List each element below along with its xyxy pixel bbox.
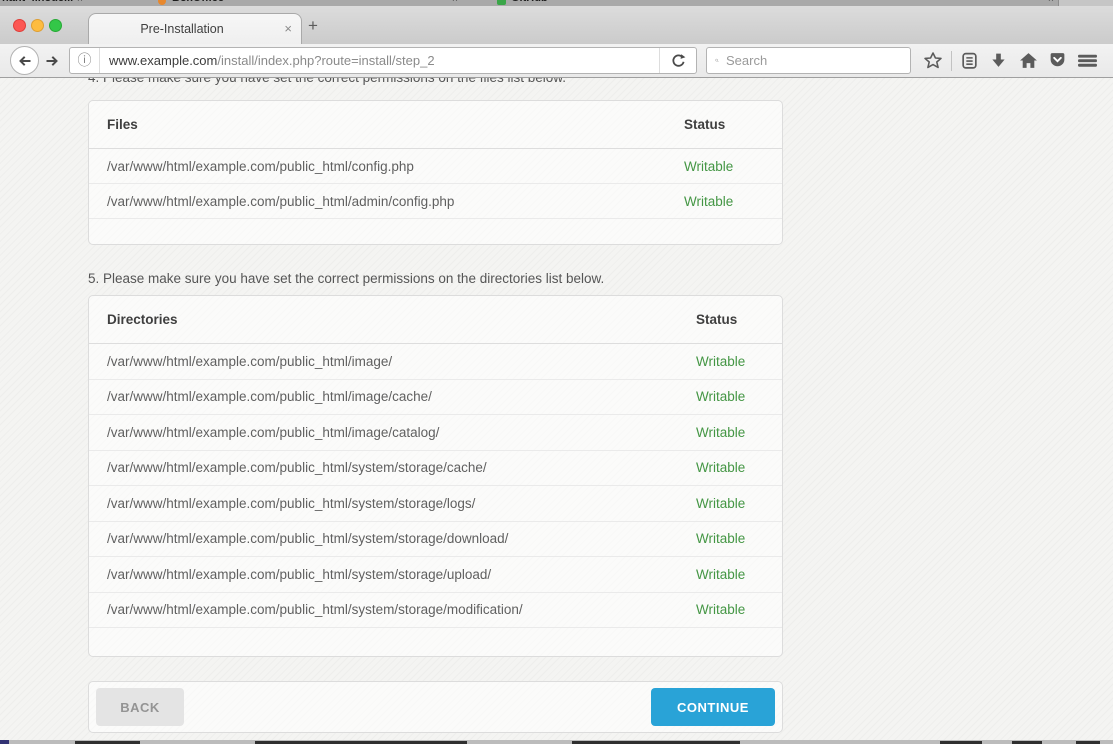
- reload-button[interactable]: [659, 48, 696, 73]
- home-button[interactable]: [1016, 51, 1040, 70]
- forward-button[interactable]: [39, 47, 65, 74]
- table-row: /var/www/html/example.com/public_html/sy…: [89, 557, 782, 593]
- url-text[interactable]: www.example.com/install/index.php?route=…: [100, 53, 659, 68]
- download-icon: [989, 51, 1008, 70]
- window-minimize-button[interactable]: [31, 19, 44, 32]
- directory-path: /var/www/html/example.com/public_html/sy…: [89, 567, 696, 582]
- reload-icon: [670, 53, 686, 69]
- background-window-tabstrip: hant=linode... × BoxOffice × GitHub ×: [0, 0, 1113, 6]
- directories-table-header: Directories Status: [89, 296, 782, 344]
- status-badge: Writable: [684, 194, 782, 209]
- background-tab-close-icon: ×: [77, 0, 83, 5]
- page-viewport: 4. Please make sure you have set the cor…: [0, 78, 1113, 740]
- forward-arrow-icon: [43, 52, 61, 70]
- status-badge: Writable: [696, 531, 782, 546]
- pocket-button[interactable]: [1046, 51, 1070, 70]
- background-tab-fragment: hant=linode...: [2, 0, 73, 4]
- background-tab-close-icon: ×: [1048, 0, 1054, 5]
- status-badge: Writable: [696, 354, 782, 369]
- status-header-label: Status: [696, 312, 782, 327]
- panel-bottom-padding: [89, 219, 782, 244]
- continue-button[interactable]: CONTINUE: [651, 688, 775, 726]
- table-row: /var/www/html/example.com/public_html/ad…: [89, 184, 782, 219]
- directory-path: /var/www/html/example.com/public_html/sy…: [89, 602, 696, 617]
- background-tab-fragment: GitHub: [511, 0, 548, 4]
- table-row: /var/www/html/example.com/public_html/sy…: [89, 451, 782, 487]
- bookmarks-list-button[interactable]: [957, 51, 981, 70]
- star-icon: [923, 51, 943, 71]
- background-tabstrip-edge: [1058, 0, 1113, 6]
- status-badge: Writable: [696, 389, 782, 404]
- status-badge: Writable: [696, 496, 782, 511]
- directory-path: /var/www/html/example.com/public_html/sy…: [89, 531, 696, 546]
- table-row: /var/www/html/example.com/public_html/im…: [89, 380, 782, 416]
- directory-path: /var/www/html/example.com/public_html/sy…: [89, 496, 696, 511]
- search-bar[interactable]: [706, 47, 911, 74]
- home-icon: [1019, 51, 1038, 70]
- table-row: /var/www/html/example.com/public_html/im…: [89, 344, 782, 380]
- background-bottom-fragment: [0, 740, 9, 744]
- browser-titlebar: Pre-Installation × +: [0, 6, 1113, 44]
- menu-button[interactable]: [1075, 51, 1099, 70]
- wizard-buttons-panel: BACK CONTINUE: [88, 681, 783, 733]
- status-badge: Writable: [684, 159, 782, 174]
- table-row: /var/www/html/example.com/public_html/im…: [89, 415, 782, 451]
- table-row: /var/www/html/example.com/public_html/co…: [89, 149, 782, 184]
- clipboard-list-icon: [960, 51, 979, 70]
- directories-permissions-panel: Directories Status /var/www/html/example…: [88, 295, 783, 657]
- status-badge: Writable: [696, 460, 782, 475]
- background-tab-favicon: [497, 0, 506, 5]
- search-icon: [715, 53, 719, 68]
- tab-pre-installation[interactable]: Pre-Installation ×: [88, 13, 302, 44]
- files-header-label: Files: [89, 117, 684, 132]
- back-button[interactable]: [10, 46, 39, 75]
- status-badge: Writable: [696, 425, 782, 440]
- tab-close-icon[interactable]: ×: [284, 21, 292, 36]
- status-badge: Writable: [696, 602, 782, 617]
- url-domain: www.example.com: [109, 53, 217, 68]
- search-input[interactable]: [726, 53, 902, 68]
- toolbar-icons: [921, 51, 1103, 71]
- directory-path: /var/www/html/example.com/public_html/im…: [89, 425, 696, 440]
- directory-path: /var/www/html/example.com/public_html/im…: [89, 389, 696, 404]
- background-window-bottomstrip: [0, 740, 1113, 744]
- panel-bottom-padding: [89, 628, 782, 656]
- tab-title: Pre-Installation: [89, 22, 275, 36]
- back-button-page[interactable]: BACK: [96, 688, 184, 726]
- file-path: /var/www/html/example.com/public_html/ad…: [89, 194, 684, 209]
- back-arrow-icon: [16, 52, 34, 70]
- window-close-button[interactable]: [13, 19, 26, 32]
- installer-container: 4. Please make sure you have set the cor…: [88, 78, 783, 733]
- bookmark-star-button[interactable]: [921, 51, 945, 71]
- directory-path: /var/www/html/example.com/public_html/sy…: [89, 460, 696, 475]
- site-info-icon[interactable]: ⓘ: [70, 48, 100, 73]
- pocket-icon: [1048, 51, 1067, 70]
- step-4-instruction: 4. Please make sure you have set the cor…: [88, 78, 566, 85]
- background-tab-close-icon: ×: [452, 0, 458, 5]
- background-tab-fragment: BoxOffice: [172, 0, 224, 4]
- downloads-button[interactable]: [987, 51, 1011, 70]
- directory-path: /var/www/html/example.com/public_html/im…: [89, 354, 696, 369]
- window-zoom-button[interactable]: [49, 19, 62, 32]
- table-row: /var/www/html/example.com/public_html/sy…: [89, 522, 782, 558]
- directories-header-label: Directories: [89, 312, 696, 327]
- table-row: /var/www/html/example.com/public_html/sy…: [89, 593, 782, 629]
- url-bar[interactable]: ⓘ www.example.com/install/index.php?rout…: [69, 47, 697, 74]
- browser-toolbar: ⓘ www.example.com/install/index.php?rout…: [0, 44, 1113, 78]
- files-table-header: Files Status: [89, 101, 782, 149]
- new-tab-button[interactable]: +: [308, 16, 318, 36]
- hamburger-icon: [1077, 51, 1098, 70]
- status-header-label: Status: [684, 117, 782, 132]
- table-row: /var/www/html/example.com/public_html/sy…: [89, 486, 782, 522]
- step-5-instruction: 5. Please make sure you have set the cor…: [88, 271, 783, 286]
- url-path: /install/index.php?route=install/step_2: [217, 53, 434, 68]
- toolbar-divider: [951, 51, 952, 71]
- file-path: /var/www/html/example.com/public_html/co…: [89, 159, 684, 174]
- files-permissions-panel: Files Status /var/www/html/example.com/p…: [88, 100, 783, 245]
- background-tab-favicon: [158, 0, 166, 5]
- status-badge: Writable: [696, 567, 782, 582]
